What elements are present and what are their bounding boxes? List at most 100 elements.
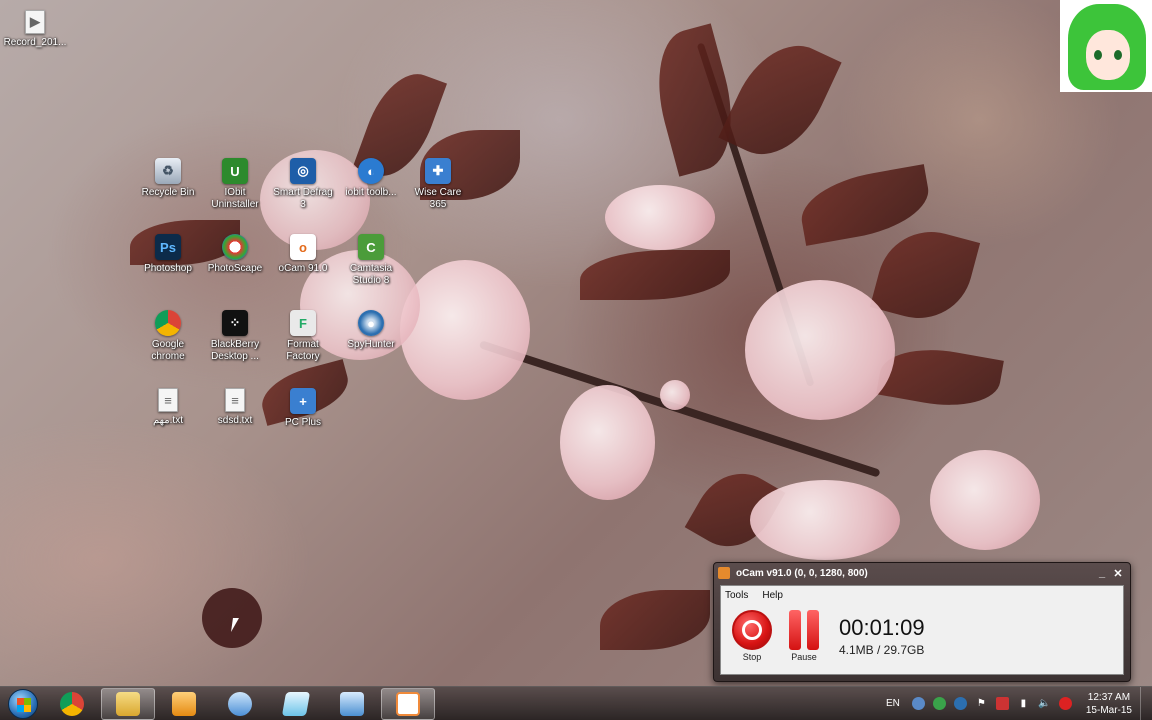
stop-icon (732, 610, 772, 650)
camtasia-icon: C (358, 234, 384, 260)
pause-label: Pause (791, 652, 817, 662)
avatar-face (1086, 30, 1130, 80)
taskbar-notes[interactable] (269, 688, 323, 720)
volume-icon[interactable]: 🔈 (1038, 697, 1051, 710)
pause-button[interactable]: Pause (781, 610, 827, 662)
desktop-icon-label: oCam 91.0 (278, 263, 328, 274)
language-indicator[interactable]: EN (886, 698, 900, 709)
pc-plus-icon: + (290, 388, 316, 414)
taskbar-media-player[interactable] (157, 688, 211, 720)
leaf (876, 339, 1004, 416)
desktop-icon-label: Photoshop (144, 263, 192, 274)
flag-icon[interactable]: ⚑ (975, 697, 988, 710)
desktop-icon-label: iobit toolb... (345, 187, 397, 198)
taskbar-network[interactable] (325, 688, 379, 720)
desktop-icon-sdsd-txt[interactable]: ≡ sdsd.txt (200, 388, 270, 427)
desktop-icon-label: Camtasia Studio 8 (349, 263, 393, 286)
menu-tools[interactable]: Tools (725, 590, 748, 601)
taskbar-paint[interactable] (213, 688, 267, 720)
media-player-icon (172, 691, 196, 716)
tray-app-icon[interactable] (953, 697, 967, 710)
avatar-watermark (1060, 0, 1152, 92)
leaf (600, 590, 710, 650)
text-file-icon: ≡ (225, 388, 245, 412)
chrome-icon (60, 691, 84, 716)
notes-icon (281, 691, 311, 716)
desktop-icon-smart-defrag[interactable]: ◎ Smart Defrag 3 (268, 158, 338, 211)
network-computer-icon (340, 691, 364, 716)
desktop-icon-camtasia[interactable]: C Camtasia Studio 8 (336, 234, 406, 287)
desktop-icon-label: PhotoScape (207, 263, 263, 274)
desktop-icon-photoshop[interactable]: Ps Photoshop (133, 234, 203, 275)
blossom (605, 185, 715, 250)
desktop-icon-label: BlackBerry Desktop ... (210, 339, 260, 362)
desktop-icon-text-file[interactable]: ≡ مهم.txt (133, 388, 203, 427)
desktop-icon-chrome[interactable]: Google chrome (133, 310, 203, 363)
desktop-icon-pc-plus[interactable]: + PC Plus (268, 388, 338, 429)
wise-care-icon: ✚ (425, 158, 451, 184)
desktop-icon-label: IObit Uninstaller (211, 187, 259, 210)
tray-app-icon[interactable] (911, 697, 925, 710)
clock[interactable]: 12:37 AM 15-Mar-15 (1086, 691, 1132, 717)
format-factory-icon: F (290, 310, 316, 336)
minimize-button[interactable]: _ (1094, 567, 1110, 579)
blossom (560, 385, 655, 500)
text-file-icon: ≡ (158, 388, 178, 412)
start-button[interactable] (3, 687, 43, 720)
show-desktop-button[interactable] (1140, 686, 1152, 720)
folder-icon (116, 691, 140, 716)
desktop-icon-label: PC Plus (284, 417, 322, 428)
desktop-icon-spyhunter[interactable]: ● SpyHunter (336, 310, 406, 351)
avatar-eye (1094, 50, 1102, 60)
leaf (580, 250, 730, 300)
pause-icon (784, 610, 824, 650)
ocam-tray-icon[interactable] (1058, 697, 1072, 710)
desktop-icon-label: sdsd.txt (217, 415, 253, 426)
blackberry-icon: ⁘ (222, 310, 248, 336)
iobit-uninstaller-icon: U (222, 158, 248, 184)
taskbar-explorer[interactable] (101, 687, 155, 720)
windows-logo-icon (8, 688, 38, 719)
blossom (750, 480, 900, 560)
blossom (745, 280, 895, 420)
network-signal-icon[interactable]: ▮ (1017, 697, 1030, 710)
system-tray: EN ⚑ ▮ 🔈 12:37 AM 15-Mar-15 (886, 686, 1152, 720)
desktop-icon-ocam[interactable]: o oCam 91.0 (268, 234, 338, 275)
recording-info: 00:01:09 4.1MB / 29.7GB (839, 615, 925, 657)
desktop-icon-recycle-bin[interactable]: ♻ Recycle Bin (133, 158, 203, 199)
stop-label: Stop (742, 652, 762, 662)
iobit-toolbar-icon: ◐ (358, 158, 384, 184)
ocam-body: Tools Help Stop Pause 00:01:09 4.1MB / 2… (720, 585, 1124, 675)
menu-help[interactable]: Help (762, 590, 783, 601)
taskbar-chrome[interactable] (45, 688, 99, 720)
desktop-icon-label: Google chrome (151, 339, 185, 362)
photoshop-icon: Ps (155, 234, 181, 260)
leaf (869, 219, 981, 331)
taskbar-ocam[interactable] (381, 687, 435, 720)
ocam-titlebar[interactable]: oCam v91.0 (0, 0, 1280, 800) _ ✕ (714, 563, 1130, 583)
chrome-icon (155, 310, 181, 336)
tray-app-icon[interactable] (995, 697, 1009, 710)
desktop-icon-format-factory[interactable]: F Format Factory (268, 310, 338, 363)
desktop-icon-record[interactable]: ▶ Record_201... (0, 10, 70, 49)
desktop-icon-iobit-toolbar[interactable]: ◐ iobit toolb... (336, 158, 406, 199)
elapsed-time: 00:01:09 (839, 615, 925, 640)
photoscape-icon (222, 234, 248, 260)
ocam-window: oCam v91.0 (0, 0, 1280, 800) _ ✕ Tools H… (713, 562, 1131, 682)
ocam-controls: Stop Pause 00:01:09 4.1MB / 29.7GB (721, 604, 1123, 662)
paint-icon (228, 691, 252, 716)
file-size: 4.1MB / 29.7GB (839, 643, 925, 657)
desktop-icon-label: SpyHunter (347, 339, 395, 350)
desktop-icon-wise-care[interactable]: ✚ Wise Care 365 (403, 158, 473, 211)
desktop-icon-label: Record_201... (3, 37, 67, 48)
desktop-icon-photoscape[interactable]: PhotoScape (200, 234, 270, 275)
smart-defrag-icon: ◎ (290, 158, 316, 184)
taskbar: EN ⚑ ▮ 🔈 12:37 AM 15-Mar-15 (0, 686, 1152, 720)
stop-button[interactable]: Stop (729, 610, 775, 662)
tray-app-icon[interactable] (932, 697, 946, 710)
desktop-icon-iobit-uninstaller[interactable]: U IObit Uninstaller (200, 158, 270, 211)
video-file-icon: ▶ (25, 10, 45, 34)
desktop-icon-label: Wise Care 365 (414, 187, 462, 210)
close-button[interactable]: ✕ (1110, 567, 1126, 580)
desktop-icon-blackberry[interactable]: ⁘ BlackBerry Desktop ... (200, 310, 270, 363)
